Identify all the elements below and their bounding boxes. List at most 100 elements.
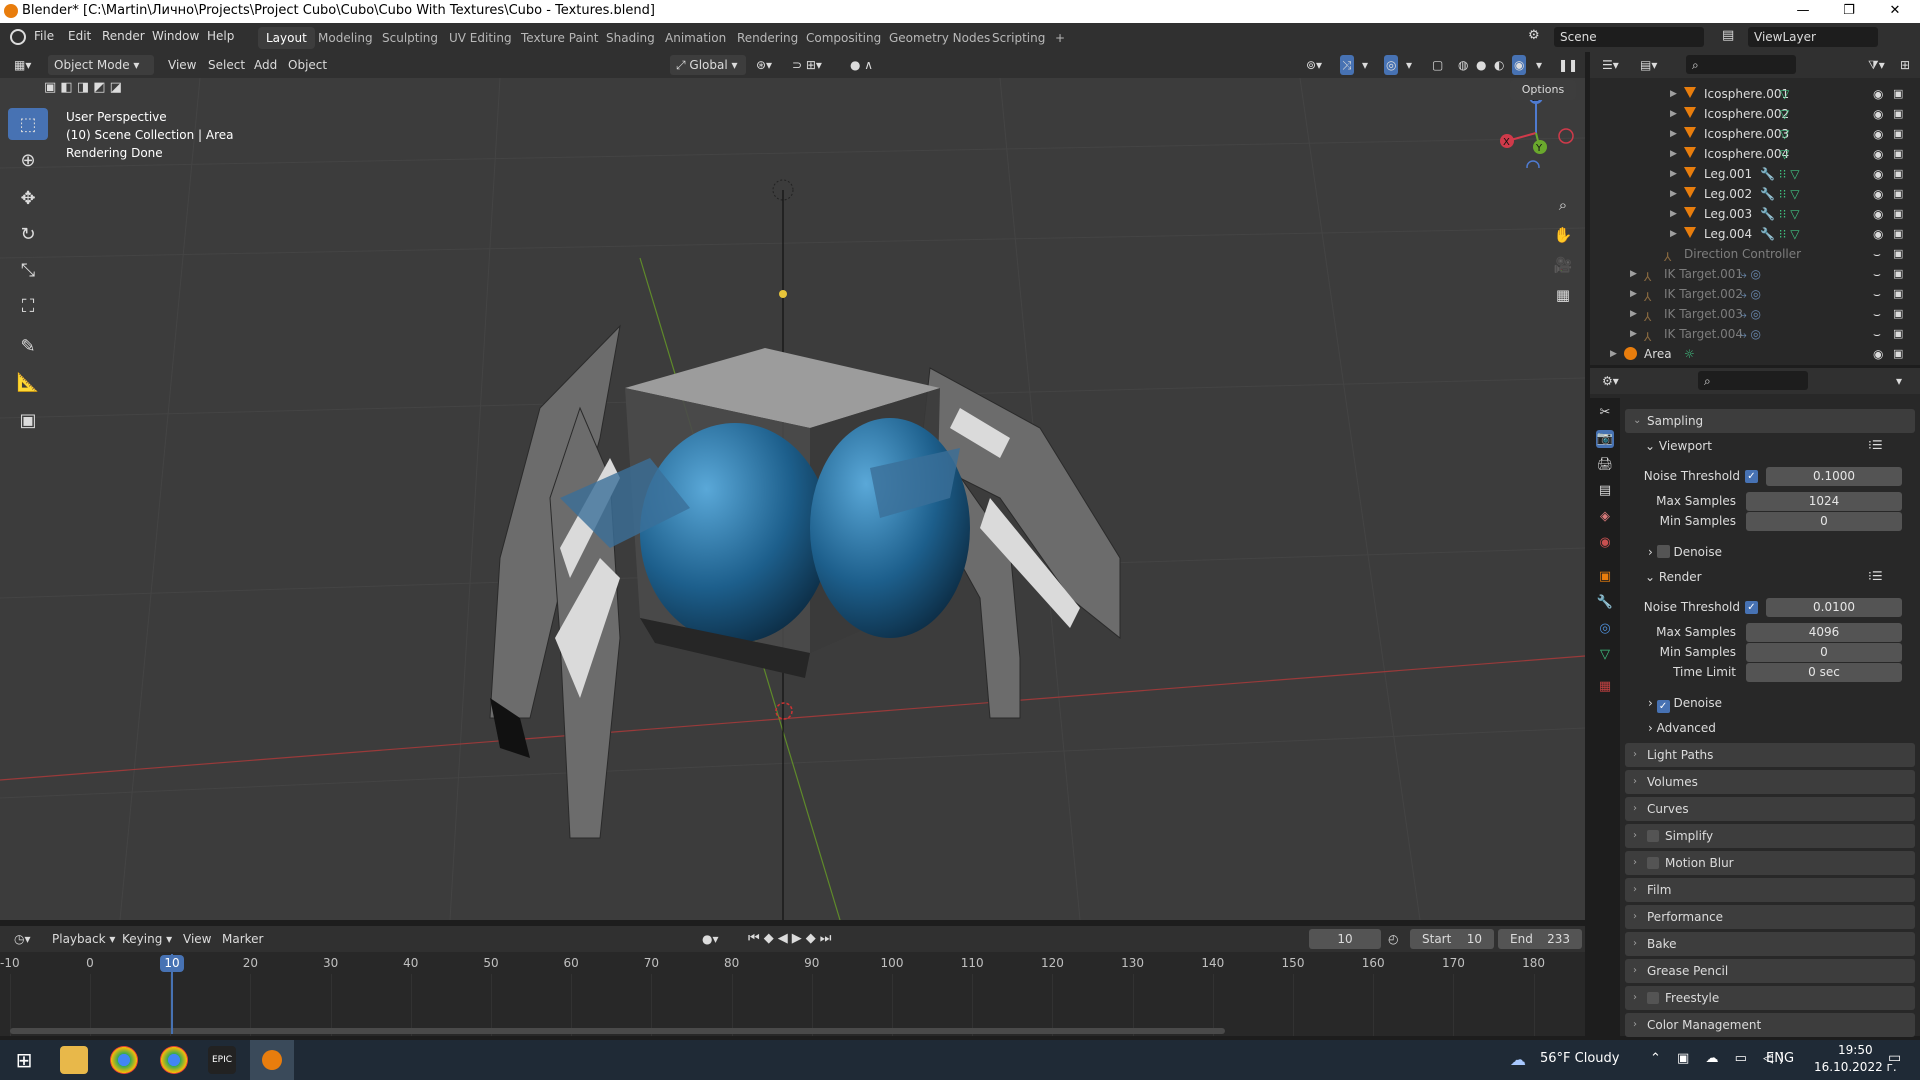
outliner-search-input[interactable]: ⌕	[1686, 55, 1796, 74]
proportional-edit-icon[interactable]: ● ∧	[850, 55, 873, 75]
outliner-row[interactable]: ▶ Icosphere.002 ▽ ◉ ▣	[1590, 104, 1920, 124]
constraint-icon[interactable]: ⤷ ◎	[1740, 324, 1761, 344]
viewport-menu-view[interactable]: View	[168, 55, 196, 75]
panel-freestyle[interactable]: › Freestyle	[1625, 986, 1915, 1010]
tab-sculpting[interactable]: Sculpting	[374, 27, 446, 49]
visibility-eye-icon[interactable]: ◉	[1873, 184, 1883, 204]
viewport-subpanel[interactable]: ⌄ Viewport	[1645, 436, 1712, 456]
properties-editor-icon[interactable]: ⚙▾	[1602, 371, 1619, 391]
vp-denoise-subpanel[interactable]: › Denoise	[1648, 542, 1722, 562]
tab-uv-editing[interactable]: UV Editing	[441, 27, 520, 49]
data-tab-icon[interactable]: ▽	[1596, 646, 1614, 664]
constraint-icon[interactable]: ⤷ ◎	[1740, 264, 1761, 284]
panel-light-paths[interactable]: › Light Paths	[1625, 743, 1915, 767]
render-tab-icon[interactable]: 📷	[1596, 430, 1614, 448]
r-denoise-checkbox[interactable]: ✓	[1656, 700, 1670, 713]
render-camera-icon[interactable]: ▣	[1893, 124, 1903, 144]
render-camera-icon[interactable]: ▣	[1893, 104, 1903, 124]
output-tab-icon[interactable]: 🖨	[1596, 456, 1614, 474]
panel-color-management[interactable]: › Color Management	[1625, 1013, 1915, 1037]
advanced-subpanel[interactable]: › Advanced	[1648, 718, 1716, 738]
constraint-icon[interactable]: ⤷ ◎	[1740, 284, 1761, 304]
panel-motion-blur[interactable]: › Motion Blur	[1625, 851, 1915, 875]
render-camera-icon[interactable]: ▣	[1893, 84, 1903, 104]
chrome-profile-icon[interactable]	[160, 1046, 188, 1074]
camera-view-icon[interactable]: 🎥	[1552, 254, 1574, 276]
expand-arrow-icon[interactable]: ▶	[1670, 124, 1677, 144]
outliner-item-label[interactable]: Area	[1644, 344, 1672, 364]
vp-noise-threshold-checkbox[interactable]: ✓	[1745, 470, 1758, 483]
outliner-row[interactable]: ▶ Icosphere.003 ▽ ◉ ▣	[1590, 124, 1920, 144]
tab-shading[interactable]: Shading	[598, 27, 663, 49]
menu-help[interactable]: Help	[207, 29, 234, 43]
overlays-dropdown-icon[interactable]: ▾	[1406, 55, 1412, 75]
outliner-item-label[interactable]: Leg.004	[1704, 224, 1752, 244]
tab-texture-paint[interactable]: Texture Paint	[513, 27, 606, 49]
mesh-data-icon[interactable]: 🔧 ⁝⁝ ▽	[1760, 164, 1799, 184]
outliner-item-label[interactable]: Direction Controller	[1684, 244, 1801, 264]
render-camera-icon[interactable]: ▣	[1893, 204, 1903, 224]
render-camera-icon[interactable]: ▣	[1893, 324, 1903, 344]
panel-performance[interactable]: › Performance	[1625, 905, 1915, 929]
visibility-eye-icon[interactable]: ◉	[1873, 204, 1883, 224]
editor-type-icon[interactable]: ▦▾	[14, 55, 31, 75]
render-presets-icon[interactable]: ⁝☰	[1868, 569, 1883, 583]
mesh-data-icon[interactable]: ▽	[1780, 144, 1789, 164]
render-camera-icon[interactable]: ▣	[1893, 244, 1903, 264]
render-camera-icon[interactable]: ▣	[1893, 344, 1903, 364]
playhead-frame-label[interactable]: 10	[160, 955, 184, 972]
material-shading-icon[interactable]: ◐	[1494, 55, 1504, 75]
minimize-button[interactable]: —	[1780, 0, 1826, 23]
epic-games-icon[interactable]: EPIC	[208, 1046, 236, 1074]
measure-tool-icon[interactable]: 📐	[8, 366, 48, 398]
expand-arrow-icon[interactable]: ▶	[1630, 284, 1637, 304]
move-tool-icon[interactable]: ✥	[8, 182, 48, 214]
visibility-eye-icon[interactable]: ◉	[1873, 104, 1883, 124]
constraint-icon[interactable]: ⤷ ◎	[1740, 304, 1761, 324]
playback-menu[interactable]: Playback ▾	[52, 929, 115, 949]
outliner-row[interactable]: ▶ ⅄ IK Target.002 ⤷ ◎ ⌣ ▣	[1590, 284, 1920, 304]
gizmo-toggle-icon[interactable]: ⤨	[1340, 55, 1354, 75]
view-layer-tab-icon[interactable]: ▤	[1596, 482, 1614, 500]
panel-enable-checkbox[interactable]	[1647, 830, 1659, 842]
clock-date[interactable]: 16.10.2022 г.	[1814, 1060, 1897, 1074]
visibility-eye-icon[interactable]: ◉	[1873, 344, 1883, 364]
pan-hand-icon[interactable]: ✋	[1552, 224, 1574, 246]
panel-curves[interactable]: › Curves	[1625, 797, 1915, 821]
visibility-eye-icon[interactable]: ⌣	[1873, 284, 1881, 304]
current-frame-field[interactable]: 10	[1309, 929, 1381, 949]
add-cube-tool-icon[interactable]: ▣	[8, 404, 48, 436]
render-camera-icon[interactable]: ▣	[1893, 184, 1903, 204]
vp-min-samples-field[interactable]: 0	[1746, 512, 1902, 531]
tab-geometry-nodes[interactable]: Geometry Nodes	[881, 27, 998, 49]
panel-grease-pencil[interactable]: › Grease Pencil	[1625, 959, 1915, 983]
chrome-icon[interactable]	[110, 1046, 138, 1074]
outliner-row[interactable]: ▶ Leg.004 🔧 ⁝⁝ ▽ ◉ ▣	[1590, 224, 1920, 244]
panel-bake[interactable]: › Bake	[1625, 932, 1915, 956]
render-camera-icon[interactable]: ▣	[1893, 284, 1903, 304]
snap-icon[interactable]: ⊃ ⊞▾	[792, 55, 822, 75]
panel-enable-checkbox[interactable]	[1647, 992, 1659, 1004]
sampling-panel[interactable]: ⌄ Sampling	[1625, 409, 1915, 433]
view-layer-field[interactable]: ViewLayer	[1748, 27, 1878, 47]
timeline-editor-icon[interactable]: ◷▾	[14, 929, 31, 949]
expand-arrow-icon[interactable]: ▶	[1670, 164, 1677, 184]
texture-tab-icon[interactable]: ▦	[1596, 678, 1614, 696]
language-indicator[interactable]: ENG	[1766, 1051, 1794, 1066]
outliner-row[interactable]: ▶ Icosphere.004 ▽ ◉ ▣	[1590, 144, 1920, 164]
world-tab-icon[interactable]: ◉	[1596, 534, 1614, 552]
transform-tool-icon[interactable]: ⛶	[8, 290, 48, 322]
panel-simplify[interactable]: › Simplify	[1625, 824, 1915, 848]
outliner-item-label[interactable]: Icosphere.003	[1704, 124, 1789, 144]
add-workspace-button[interactable]: +	[1047, 27, 1073, 49]
render-camera-icon[interactable]: ▣	[1893, 304, 1903, 324]
vp-noise-threshold-field[interactable]: 0.1000	[1766, 467, 1902, 486]
vp-denoise-checkbox[interactable]	[1656, 545, 1670, 558]
outliner-item-label[interactable]: Icosphere.001	[1704, 84, 1789, 104]
wireframe-shading-icon[interactable]: ◍	[1458, 55, 1468, 75]
outliner-row[interactable]: ⅄ Direction Controller ⌣ ▣	[1590, 244, 1920, 264]
marker-menu[interactable]: Marker	[222, 929, 263, 949]
pivot-icon[interactable]: ⊛▾	[756, 55, 772, 75]
outliner-item-label[interactable]: Icosphere.004	[1704, 144, 1789, 164]
menu-render[interactable]: Render	[102, 29, 145, 43]
